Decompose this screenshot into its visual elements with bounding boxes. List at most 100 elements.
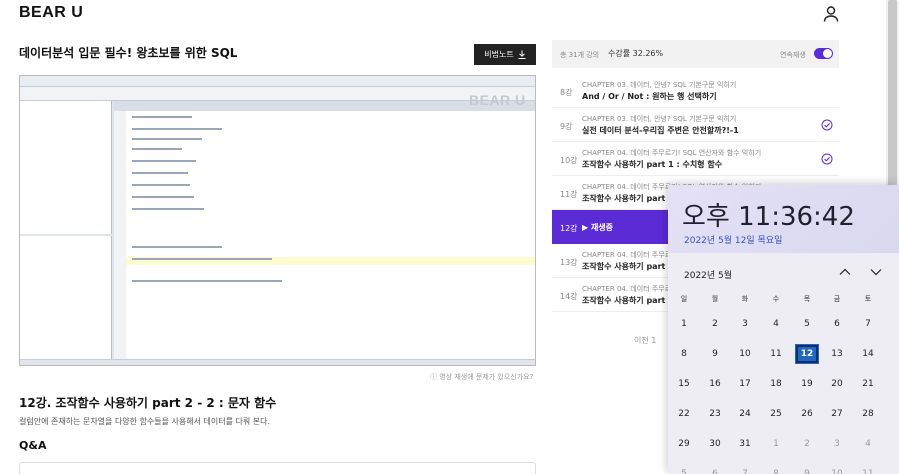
site-logo[interactable]: BEAR U xyxy=(19,4,83,22)
lecture-item[interactable]: 9강 CHAPTER 03. 데이터, 안녕? SQL 기본구문 익히기 실전 … xyxy=(552,108,839,142)
calendar-day[interactable]: 21 xyxy=(856,374,880,394)
now-playing-label: ▶ 재생중 xyxy=(582,223,614,232)
calendar-day[interactable]: 27 xyxy=(825,404,849,424)
calendar-day[interactable]: 6 xyxy=(703,464,727,474)
autoplay-label: 연속재생 xyxy=(780,51,806,59)
weekday-label: 토 xyxy=(864,295,872,303)
calendar-day[interactable]: 3 xyxy=(825,434,849,454)
video-help-link[interactable]: ⓘ 영상 재생에 문제가 있으신가요? xyxy=(430,372,533,382)
user-icon[interactable] xyxy=(822,5,840,23)
calendar-day[interactable]: 29 xyxy=(672,434,696,454)
calendar-day[interactable]: 10 xyxy=(825,464,849,474)
calendar-day[interactable]: 28 xyxy=(856,404,880,424)
code-line xyxy=(132,138,202,140)
code-line xyxy=(132,280,282,282)
calendar-day[interactable]: 1 xyxy=(672,314,696,334)
calendar-day[interactable]: 18 xyxy=(764,374,788,394)
completed-check-icon xyxy=(821,153,833,165)
lecture-item[interactable]: 10강 CHAPTER 04. 데이터 주무르기! SQL 연산자와 함수 익히… xyxy=(552,142,839,176)
calendar-day[interactable]: 16 xyxy=(703,374,727,394)
clock-date-link[interactable]: 2022년 5월 12일 목요일 xyxy=(684,233,782,246)
lecture-name: 조작함수 사용하기 part xyxy=(582,296,666,305)
calendar-day[interactable]: 6 xyxy=(825,314,849,334)
weekday-label: 수 xyxy=(772,295,780,303)
download-icon xyxy=(518,50,526,59)
calendar-day[interactable]: 11 xyxy=(764,344,788,364)
calendar-day[interactable]: 9 xyxy=(795,464,819,474)
calendar-day[interactable]: 15 xyxy=(672,374,696,394)
clock-time: 오후 11:36:42 xyxy=(682,202,855,232)
code-line xyxy=(132,148,182,150)
video-player[interactable]: BEAR U xyxy=(19,75,536,366)
chevron-up-icon[interactable] xyxy=(839,267,851,277)
lecture-item[interactable]: 8강 CHAPTER 03. 데이터, 안녕? SQL 기본구문 익히기 And… xyxy=(552,74,839,108)
calendar-day[interactable]: 30 xyxy=(703,434,727,454)
calendar-day[interactable]: 26 xyxy=(795,404,819,424)
lecture-number: 14강 xyxy=(560,292,578,301)
calendar-day[interactable]: 5 xyxy=(795,314,819,334)
calendar-day[interactable]: 8 xyxy=(672,344,696,364)
calendar-month-title[interactable]: 2022년 5월 xyxy=(684,268,732,281)
weekday-label: 화 xyxy=(741,295,749,303)
calendar-day[interactable]: 7 xyxy=(856,314,880,334)
lecture-name: And / Or / Not : 원하는 행 선택하기 xyxy=(582,92,717,101)
chevron-down-icon[interactable] xyxy=(870,267,882,277)
calendar-day[interactable]: 10 xyxy=(733,344,757,364)
calendar-day[interactable]: 2 xyxy=(703,314,727,334)
top-bar: BEAR U xyxy=(0,0,886,28)
video-watermark: BEAR U xyxy=(469,92,526,108)
calendar-day[interactable]: 19 xyxy=(795,374,819,394)
calendar-day[interactable]: 31 xyxy=(733,434,757,454)
lecture-name: 조작함수 사용하기 part xyxy=(582,194,666,203)
course-title: 데이터분석 입문 필수! 왕초보를 위한 SQL xyxy=(19,46,238,60)
lecture-pager[interactable]: 이전 1 xyxy=(634,335,656,346)
calendar-day[interactable]: 25 xyxy=(764,404,788,424)
calendar-day[interactable]: 3 xyxy=(733,314,757,334)
code-line xyxy=(132,116,192,118)
calendar-day[interactable]: 4 xyxy=(856,434,880,454)
calendar-day[interactable]: 2 xyxy=(795,434,819,454)
weekday-label: 금 xyxy=(833,295,841,303)
lecture-chapter: CHAPTER 03. 데이터, 안녕? SQL 기본구문 익히기 xyxy=(582,115,737,123)
lecture-chapter: CHAPTER 04. 데이터 주무르기! SQL 연산자와 함수 익히기 xyxy=(582,149,762,157)
calendar-day[interactable]: 5 xyxy=(672,464,696,474)
calendar-day[interactable]: 14 xyxy=(856,344,880,364)
weekday-label: 목 xyxy=(803,295,811,303)
lecture-number: 13강 xyxy=(560,258,578,267)
calendar-day[interactable]: 8 xyxy=(764,464,788,474)
video-object-tree xyxy=(20,101,112,234)
calendar-day[interactable]: 24 xyxy=(733,404,757,424)
qa-input[interactable] xyxy=(19,462,536,474)
lecture-number: 10강 xyxy=(560,156,578,165)
weekday-label: 월 xyxy=(711,295,719,303)
calendar-day[interactable]: 1 xyxy=(764,434,788,454)
video-app-menubar xyxy=(20,76,535,87)
calendar-day[interactable]: 23 xyxy=(703,404,727,424)
note-button-label: 비법노트 xyxy=(484,50,514,59)
lecture-chapter: CHAPTER 03. 데이터, 안녕? SQL 기본구문 익히기 xyxy=(582,81,737,89)
code-line xyxy=(132,246,222,248)
calendar-day[interactable]: 9 xyxy=(703,344,727,364)
calendar-day[interactable]: 7 xyxy=(733,464,757,474)
progress-rate: 수강률 32.26% xyxy=(608,49,664,58)
code-line xyxy=(132,196,194,198)
secret-note-button[interactable]: 비법노트 xyxy=(474,44,536,65)
calendar-day[interactable]: 13 xyxy=(825,344,849,364)
calendar-day[interactable]: 20 xyxy=(825,374,849,394)
code-line xyxy=(132,208,204,210)
lecture-chapter: CHAPTER 04. 데이터 주무르기 xyxy=(582,251,678,259)
calendar-day[interactable]: 22 xyxy=(672,404,696,424)
calendar-day[interactable]: 4 xyxy=(764,314,788,334)
lecture-count: 총 31개 강의 xyxy=(560,51,600,59)
code-line xyxy=(132,172,188,174)
lecture-name: 조작함수 사용하기 part 1 : 수치형 함수 xyxy=(582,160,723,169)
video-report-tree xyxy=(20,236,112,359)
code-line xyxy=(132,128,222,130)
calendar-day[interactable]: 11 xyxy=(856,464,880,474)
autoplay-toggle[interactable] xyxy=(814,48,833,59)
weekday-label: 일 xyxy=(680,295,688,303)
calendar-day-today[interactable]: 12 xyxy=(795,344,819,364)
calendar-day[interactable]: 17 xyxy=(733,374,757,394)
code-line xyxy=(132,258,272,260)
lecture-number: 9강 xyxy=(560,122,573,131)
